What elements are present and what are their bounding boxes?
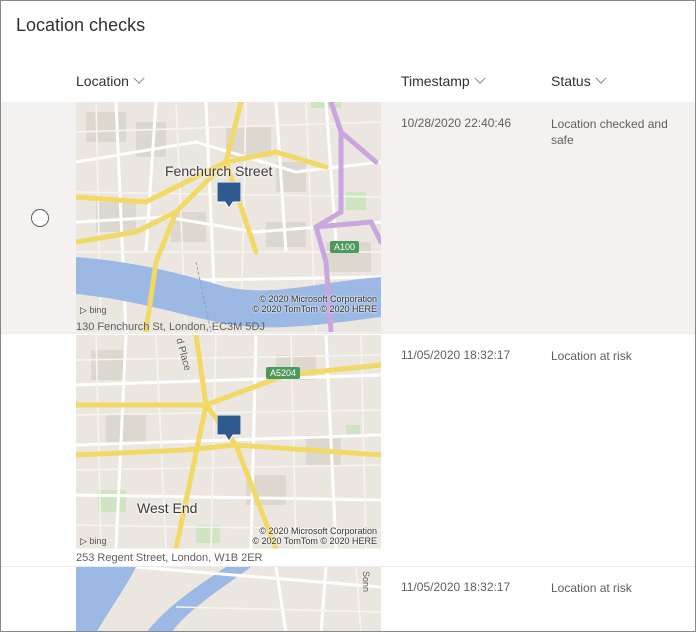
map-area-label: Fenchurch Street bbox=[165, 163, 273, 179]
radio-button-icon[interactable] bbox=[31, 209, 49, 227]
column-header-timestamp[interactable]: Timestamp bbox=[401, 72, 486, 89]
map-copyright-line: © 2020 Microsoft Corporation bbox=[259, 294, 377, 304]
location-checks-panel: Location checks Location Timestamp Statu… bbox=[0, 0, 696, 632]
column-header-status-label: Status bbox=[551, 73, 591, 89]
road-shield-label: A5204 bbox=[266, 367, 301, 379]
bing-logo: ▷ bing bbox=[80, 536, 107, 546]
map-copyright-line: © 2020 Microsoft Corporation bbox=[259, 526, 377, 536]
status-cell: Location at risk bbox=[551, 349, 632, 363]
bing-logo: ▷ bing bbox=[80, 305, 107, 315]
map-copyright: © 2020 Microsoft Corporation © 2020 TomT… bbox=[252, 294, 377, 314]
location-address: 130 Fenchurch St, London, EC3M 5DJ bbox=[76, 321, 265, 333]
column-header-status[interactable]: Status bbox=[551, 72, 607, 89]
table-row[interactable]: Sonn 11/05/2020 18:32:17 Location at ris… bbox=[1, 567, 695, 631]
list-header: Location Timestamp Status bbox=[1, 65, 695, 97]
location-map[interactable]: Fenchurch Street A100 ▷ bing © 2020 Micr… bbox=[76, 102, 381, 332]
map-pin-icon[interactable] bbox=[217, 415, 241, 443]
map-area-label: West End bbox=[137, 500, 198, 516]
timestamp-cell: 10/28/2020 22:40:46 bbox=[401, 116, 512, 130]
map-copyright-line: © 2020 TomTom © 2020 HERE bbox=[252, 536, 377, 546]
location-address: 253 Regent Street, London, W1B 2ER bbox=[76, 552, 263, 564]
chevron-down-icon bbox=[595, 72, 607, 84]
map-copyright-line: © 2020 TomTom © 2020 HERE bbox=[252, 304, 377, 314]
timestamp-cell: 11/05/2020 18:32:17 bbox=[401, 348, 511, 362]
road-label: Sonn bbox=[361, 571, 371, 593]
chevron-down-icon bbox=[474, 72, 486, 84]
status-cell: Location checked and safe bbox=[551, 117, 668, 147]
column-header-timestamp-label: Timestamp bbox=[401, 73, 470, 89]
table-row[interactable]: Fenchurch Street A100 ▷ bing © 2020 Micr… bbox=[1, 102, 695, 334]
bing-logo-label: bing bbox=[89, 305, 107, 315]
column-header-location[interactable]: Location bbox=[76, 72, 145, 89]
timestamp-cell: 11/05/2020 18:32:17 bbox=[401, 580, 511, 594]
map-tiles bbox=[76, 567, 381, 631]
location-map[interactable]: d Place A5204 West End ▷ bing © 2020 Mic… bbox=[76, 335, 381, 549]
table-row[interactable]: d Place A5204 West End ▷ bing © 2020 Mic… bbox=[1, 335, 695, 567]
map-copyright: © 2020 Microsoft Corporation © 2020 TomT… bbox=[252, 526, 377, 546]
column-header-location-label: Location bbox=[76, 73, 129, 89]
road-shield-label: A100 bbox=[330, 241, 360, 253]
chevron-down-icon bbox=[133, 72, 145, 84]
location-map[interactable]: Sonn bbox=[76, 567, 381, 631]
map-pin-icon[interactable] bbox=[217, 182, 241, 210]
bing-logo-label: bing bbox=[89, 536, 107, 546]
status-cell: Location at risk bbox=[551, 581, 632, 595]
page-title: Location checks bbox=[16, 15, 146, 35]
